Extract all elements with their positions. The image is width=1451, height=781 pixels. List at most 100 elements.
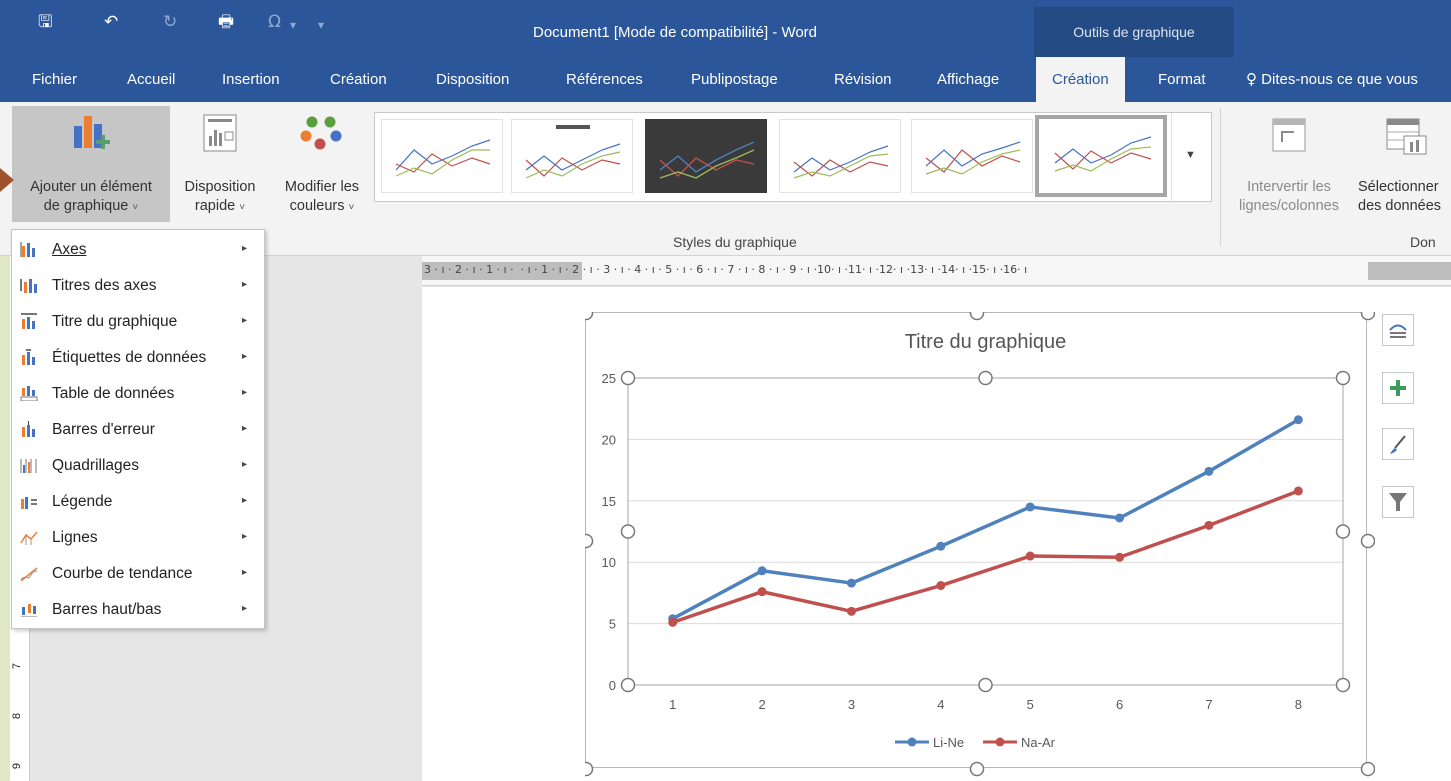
menu-item-label: Étiquettes de données (52, 349, 207, 366)
data-point (668, 617, 678, 627)
data-point (1204, 466, 1214, 476)
chart-elements-button[interactable] (1382, 372, 1414, 404)
tab-affichage[interactable]: Affichage (937, 57, 999, 102)
line-chart-icon (793, 145, 889, 179)
undo-icon[interactable]: ↶ (104, 12, 118, 32)
menu-item-lines[interactable]: Lignes ▸ (12, 520, 264, 556)
menu-item-data-labels[interactable]: Étiquettes de données ▸ (12, 340, 264, 376)
data-labels-icon (22, 349, 35, 365)
menu-item-axes[interactable]: Axes ▸ (12, 232, 264, 268)
data-point (1115, 552, 1125, 562)
chart-style-thumbnail[interactable] (511, 119, 633, 193)
menu-item-label: Quadrillages (52, 457, 140, 474)
data-point (936, 581, 946, 591)
chevron-down-icon: ˅ (239, 202, 246, 213)
quick-layout-button[interactable]: Disposition rapide ˅ (172, 106, 268, 222)
menu-item-chart-title[interactable]: Titre du graphique ▸ (12, 304, 264, 340)
add-chart-element-icon (74, 116, 110, 149)
y-tick-label: 15 (602, 494, 616, 509)
add-chart-element-line2: de graphique (43, 198, 129, 214)
legend-marker (995, 737, 1005, 747)
menu-item-trendline[interactable]: Courbe de tendance ▸ (12, 556, 264, 592)
resize-handle (1335, 370, 1351, 386)
chevron-down-icon: ˅ (132, 202, 139, 213)
layout-options-button[interactable] (1382, 314, 1414, 346)
ruler-margin (1368, 262, 1451, 280)
series-line-na-ar (672, 489, 1299, 625)
trendline-icon (20, 567, 38, 581)
submenu-arrow-icon: ▸ (242, 387, 248, 398)
resize-handle (585, 312, 594, 321)
switch-row-column-line1: Intervertir les (1247, 179, 1331, 195)
line-chart[interactable]: Titre du graphique 0 5 10 15 20 25 1 2 3 4 5 6 7 8 Li-N… (585, 312, 1375, 781)
menu-item-label: Courbe de tendance (52, 565, 193, 582)
quick-layout-line2: rapide (194, 198, 236, 214)
print-icon[interactable]: 🖶 (218, 12, 234, 32)
chart-styles-button[interactable] (1382, 428, 1414, 460)
chart-style-thumbnail[interactable] (911, 119, 1033, 193)
chart-style-thumbnail-selected[interactable] (1035, 115, 1167, 197)
symbol-icon[interactable]: Ω (268, 12, 281, 32)
menu-item-gridlines[interactable]: Quadrillages ▸ (12, 448, 264, 484)
tab-accueil[interactable]: Accueil (127, 57, 175, 102)
menu-item-label: Barres haut/bas (52, 601, 162, 618)
chart-filters-button[interactable] (1382, 486, 1414, 518)
tab-revision[interactable]: Révision (834, 57, 892, 102)
symbol-caret-icon[interactable]: ▾ (290, 15, 296, 35)
x-tick-label: 5 (1027, 697, 1034, 712)
ruler-scale: 3 · ı · 2 · ı · 1 · ı · · ı · 1 · ı · 2 … (424, 263, 1028, 276)
menu-item-label: Légende (52, 493, 113, 510)
redo-icon[interactable]: ↻ (163, 12, 177, 32)
tab-creation-chart[interactable]: Création (1036, 57, 1125, 102)
resize-handle (1335, 524, 1351, 539)
tab-creation-doc[interactable]: Création (330, 57, 387, 102)
axes-icon (20, 242, 35, 257)
submenu-arrow-icon: ▸ (242, 603, 248, 614)
tab-format[interactable]: Format (1158, 57, 1206, 102)
submenu-arrow-icon: ▸ (242, 243, 248, 254)
tell-me-search[interactable]: ♀ Dites-nous ce que vous (1246, 57, 1418, 102)
tab-insertion[interactable]: Insertion (222, 57, 280, 102)
chart-style-thumbnail[interactable] (381, 119, 503, 193)
menu-item-label: Barres d'erreur (52, 421, 155, 438)
gallery-more-button[interactable]: ▼ (1171, 113, 1211, 201)
paintbrush-icon (1390, 435, 1406, 454)
vertical-ruler-label: 7 (11, 662, 24, 670)
select-data-button[interactable]: Sélectionner des données (1352, 106, 1451, 222)
tab-publipostage[interactable]: Publipostage (691, 57, 778, 102)
y-tick-label: 5 (609, 617, 616, 632)
select-data-line2: des données (1358, 198, 1442, 214)
resize-handle (969, 761, 985, 777)
chart-style-thumbnail[interactable] (645, 119, 767, 193)
save-icon[interactable]: 🖫 (38, 12, 52, 32)
menu-item-data-table[interactable]: Table de données ▸ (12, 376, 264, 412)
resize-handle (978, 370, 993, 386)
switch-row-column-button[interactable]: Intervertir les lignes/colonnes (1226, 106, 1352, 222)
customize-qat-icon[interactable]: ▾ (318, 15, 324, 35)
legend-marker (907, 737, 917, 747)
data-point (1293, 486, 1303, 496)
tab-disposition[interactable]: Disposition (436, 57, 509, 102)
menu-item-legend[interactable]: Légende ▸ (12, 484, 264, 520)
submenu-arrow-icon: ▸ (242, 495, 248, 506)
change-colors-button[interactable]: Modifier les couleurs ˅ (272, 106, 372, 222)
tab-references[interactable]: Références (566, 57, 643, 102)
lines-icon (20, 531, 38, 545)
y-tick-label: 10 (602, 555, 616, 570)
menu-item-label: Lignes (52, 529, 98, 546)
menu-item-up-down-bars[interactable]: Barres haut/bas ▸ (12, 592, 264, 628)
add-chart-element-menu: Axes ▸ Titres des axes ▸ Titre du graphi… (11, 229, 265, 629)
tab-fichier[interactable]: Fichier (32, 57, 77, 102)
x-tick-label: 8 (1295, 697, 1302, 712)
data-point (846, 606, 856, 616)
menu-item-label: Titre du graphique (52, 313, 178, 330)
chart-style-thumbnail[interactable] (779, 119, 901, 193)
resize-handle (620, 677, 636, 693)
add-chart-element-button[interactable]: Ajouter un élément de graphique ˅ (12, 106, 170, 222)
menu-item-axis-titles[interactable]: Titres des axes ▸ (12, 268, 264, 304)
line-chart-icon (659, 141, 755, 179)
menu-item-error-bars[interactable]: Barres d'erreur ▸ (12, 412, 264, 448)
y-tick-label: 20 (602, 432, 616, 447)
pointer-arrow (0, 168, 14, 192)
data-point (1204, 520, 1214, 530)
